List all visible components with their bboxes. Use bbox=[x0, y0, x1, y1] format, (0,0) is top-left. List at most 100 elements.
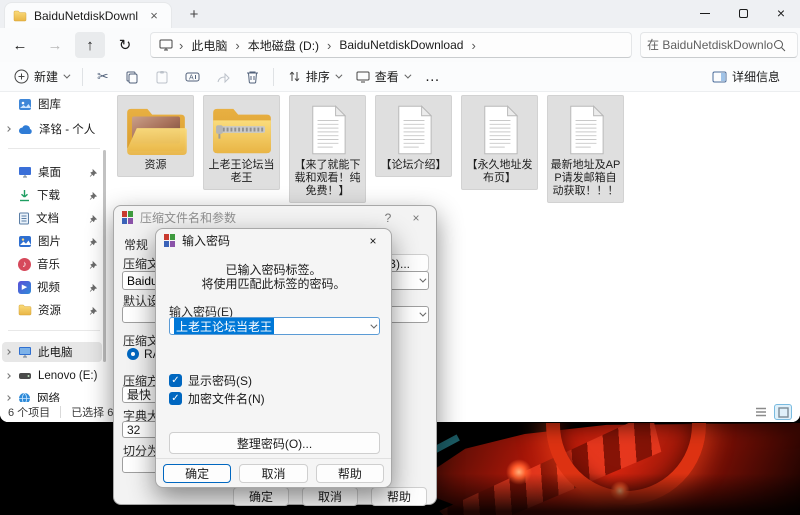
sidebar-item-label: 此电脑 bbox=[38, 344, 73, 360]
breadcrumb-this-pc[interactable]: 此电脑 bbox=[189, 37, 229, 54]
password-close-button[interactable]: × bbox=[361, 231, 385, 250]
delete-button[interactable] bbox=[238, 65, 267, 89]
search-box[interactable] bbox=[640, 32, 798, 58]
password-help-button[interactable]: 帮助 bbox=[316, 464, 384, 483]
sidebar-item-lenovo-drive[interactable]: Lenovo (E:) bbox=[2, 366, 102, 386]
password-info-line2: 将使用匹配此标签的密码。 bbox=[156, 275, 391, 292]
rar-tab-general[interactable]: 常规 bbox=[124, 236, 148, 253]
file-name: 资源 bbox=[145, 159, 167, 172]
copy-button[interactable] bbox=[117, 65, 147, 89]
sidebar-scrollbar[interactable] bbox=[103, 150, 106, 362]
maximize-button[interactable] bbox=[724, 0, 762, 26]
file-tile-zip[interactable]: 上老王论坛当老王 bbox=[203, 95, 280, 190]
sidebar-item-documents[interactable]: 文档 bbox=[2, 208, 102, 228]
breadcrumb[interactable]: › 此电脑 › 本地磁盘 (D:) › BaiduNetdiskDownload… bbox=[150, 32, 632, 58]
wallpaper-art bbox=[428, 423, 800, 515]
explorer-tab[interactable]: BaiduNetdiskDownload × bbox=[4, 2, 172, 28]
sidebar-item-onedrive[interactable]: 泽铭 - 个人 bbox=[2, 119, 102, 139]
new-tab-button[interactable]: + bbox=[182, 3, 206, 25]
paste-button[interactable] bbox=[147, 65, 177, 89]
svg-text:A: A bbox=[189, 74, 194, 81]
file-tile-txt-4[interactable]: 最新地址及APP请发邮箱自动获取！！！ bbox=[547, 95, 624, 203]
tab-title: BaiduNetdiskDownload bbox=[34, 9, 138, 23]
sidebar-item-pictures[interactable]: 图片 bbox=[2, 231, 102, 251]
folder-image-icon bbox=[125, 101, 187, 159]
back-button[interactable]: ← bbox=[5, 32, 35, 58]
expander-icon[interactable] bbox=[5, 373, 11, 379]
sidebar-item-network[interactable]: 网络 bbox=[2, 388, 102, 402]
sidebar-item-label: 资源 bbox=[38, 302, 61, 318]
gallery-icon bbox=[18, 98, 32, 111]
sidebar-item-label: 图库 bbox=[38, 96, 61, 112]
show-password-checkbox[interactable]: ✓ 显示密码(S) bbox=[169, 372, 252, 389]
breadcrumb-separator: › bbox=[469, 38, 477, 53]
encrypt-filenames-checkbox[interactable]: ✓ 加密文件名(N) bbox=[169, 390, 265, 407]
sidebar-item-downloads[interactable]: 下载 bbox=[2, 185, 102, 205]
file-tile-txt-3[interactable]: 【永久地址发布页】 bbox=[461, 95, 538, 190]
password-combobox[interactable]: 上老王论坛当老王 bbox=[169, 317, 380, 335]
sidebar-item-videos[interactable]: ▶ 视频 bbox=[2, 277, 102, 297]
rename-button[interactable]: A bbox=[177, 65, 208, 89]
new-button[interactable]: 新建 bbox=[6, 65, 76, 89]
password-ok-button[interactable]: 确定 bbox=[163, 464, 231, 483]
minimize-button[interactable] bbox=[686, 0, 724, 26]
screen: BaiduNetdiskDownload × + × ← → ↑ ↻ › 此电脑… bbox=[0, 0, 800, 515]
close-button[interactable]: × bbox=[762, 0, 800, 26]
music-icon: ♪ bbox=[18, 258, 31, 271]
text-file-icon bbox=[481, 101, 519, 159]
up-button[interactable]: ↑ bbox=[75, 32, 105, 58]
folder-icon bbox=[13, 10, 27, 22]
file-name: 最新地址及APP请发邮箱自动获取！！！ bbox=[550, 159, 621, 198]
details-view-toggle[interactable] bbox=[752, 404, 770, 420]
sidebar-item-label: 文档 bbox=[36, 210, 59, 226]
view-button[interactable]: 查看 bbox=[348, 65, 417, 89]
sidebar-item-ziyuan-folder[interactable]: 资源 bbox=[2, 300, 102, 320]
chevron-down-icon bbox=[419, 276, 426, 283]
winrar-icon bbox=[164, 234, 175, 247]
sidebar-item-desktop[interactable]: 桌面 bbox=[2, 162, 102, 182]
rar-ok-button[interactable]: 确定 bbox=[233, 487, 289, 506]
rar-close-button[interactable]: × bbox=[404, 208, 428, 227]
toolbar-divider bbox=[273, 68, 274, 86]
details-pane-label: 详细信息 bbox=[732, 68, 780, 85]
sort-button[interactable]: 排序 bbox=[280, 65, 348, 89]
rar-cancel-button[interactable]: 取消 bbox=[302, 487, 358, 506]
download-icon bbox=[18, 189, 31, 202]
refresh-button[interactable]: ↻ bbox=[110, 32, 140, 58]
tab-close-button[interactable]: × bbox=[145, 7, 163, 25]
navigation-bar: ← → ↑ ↻ › 此电脑 › 本地磁盘 (D:) › BaiduNetdisk… bbox=[0, 28, 800, 62]
expander-icon[interactable] bbox=[5, 349, 11, 355]
password-dialog-titlebar[interactable]: 输入密码 bbox=[156, 229, 391, 251]
cut-button[interactable]: ✂ bbox=[89, 65, 117, 89]
breadcrumb-current-folder[interactable]: BaiduNetdiskDownload bbox=[337, 38, 465, 52]
file-tile-txt-1[interactable]: 【来了就能下载和观看！纯免费！】 bbox=[289, 95, 366, 203]
checkbox-checked-icon: ✓ bbox=[169, 374, 182, 387]
search-input[interactable] bbox=[647, 38, 773, 52]
expander-icon[interactable] bbox=[5, 395, 11, 401]
sidebar-item-music[interactable]: ♪ 音乐 bbox=[2, 254, 102, 274]
file-tile-ziyuan[interactable]: 资源 bbox=[117, 95, 194, 177]
enter-password-dialog: 输入密码 × 已输入密码标签。 将使用匹配此标签的密码。 输入密码(E) 上老王… bbox=[155, 228, 392, 488]
onedrive-cloud-icon bbox=[18, 124, 33, 135]
more-options-button[interactable]: … bbox=[417, 65, 448, 89]
password-dialog-footer: 确定 取消 帮助 bbox=[156, 458, 391, 487]
organize-passwords-button[interactable]: 整理密码(O)... bbox=[169, 432, 380, 454]
winrar-icon bbox=[122, 211, 133, 224]
breadcrumb-drive-d[interactable]: 本地磁盘 (D:) bbox=[246, 37, 321, 54]
large-icons-view-toggle[interactable] bbox=[774, 404, 792, 420]
rar-help-button-bottom[interactable]: 帮助 bbox=[371, 487, 427, 506]
this-pc-icon bbox=[159, 39, 173, 51]
details-pane-button[interactable]: 详细信息 bbox=[704, 65, 788, 89]
dict-size-value: 32 bbox=[127, 423, 140, 437]
sidebar-item-this-pc[interactable]: 此电脑 bbox=[2, 342, 102, 362]
sidebar-item-gallery[interactable]: 图库 bbox=[2, 94, 102, 114]
file-tile-txt-2[interactable]: 【论坛介绍】 bbox=[375, 95, 452, 177]
share-button[interactable] bbox=[208, 65, 238, 89]
rar-help-button[interactable]: ? bbox=[376, 208, 400, 227]
password-cancel-button[interactable]: 取消 bbox=[239, 464, 307, 483]
forward-button[interactable]: → bbox=[40, 32, 70, 58]
sidebar-divider bbox=[8, 148, 100, 149]
breadcrumb-separator: › bbox=[233, 38, 241, 53]
expander-icon[interactable] bbox=[5, 126, 11, 132]
share-icon bbox=[216, 70, 230, 84]
